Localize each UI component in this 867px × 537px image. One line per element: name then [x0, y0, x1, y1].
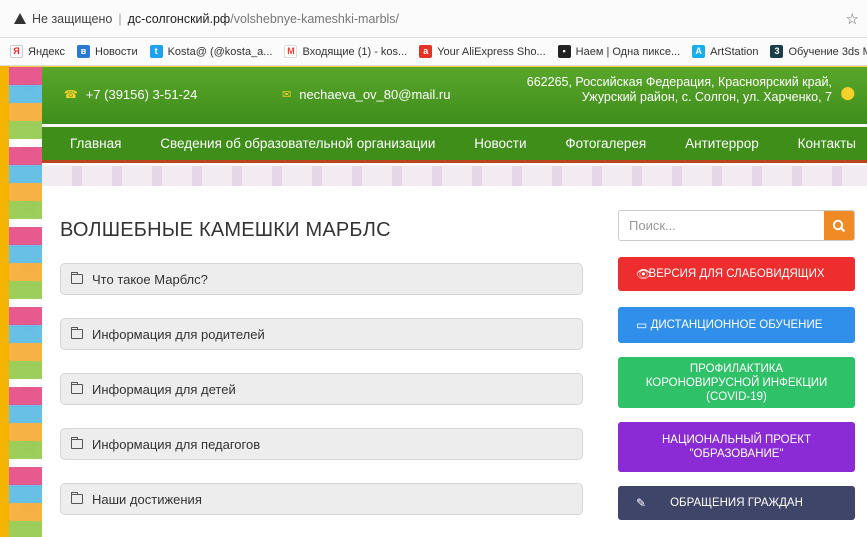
nav-item-home[interactable]: Главная: [70, 136, 121, 151]
email-contact[interactable]: ✉ nechaeva_ov_80@mail.ru: [282, 87, 450, 102]
bookmark-aliexpress[interactable]: a Your AliExpress Sho...: [419, 45, 546, 58]
main-content: ВОЛШЕБНЫЕ КАМЕШКИ МАРБЛС Что такое Марбл…: [42, 186, 597, 537]
accordion-item[interactable]: Что такое Марблс?: [60, 263, 583, 295]
phone-contact[interactable]: ☎ +7 (39156) 3-51-24: [64, 87, 197, 102]
accordion-item[interactable]: Наши достижения: [60, 483, 583, 515]
search-button[interactable]: [824, 211, 854, 240]
distance-learning-button[interactable]: ▭ ДИСТАНЦИОННОЕ ОБУЧЕНИЕ: [618, 307, 855, 343]
folder-icon: [71, 492, 83, 504]
bookmark-artstation[interactable]: A ArtStation: [692, 45, 758, 58]
address-text: 662265, Российская Федерация, Красноярск…: [526, 75, 832, 104]
nav-item-about[interactable]: Сведения об образовательной организации: [160, 136, 435, 151]
eye-icon: 👁: [636, 267, 652, 281]
warning-icon: [14, 13, 26, 24]
search-input[interactable]: Поиск...: [619, 218, 824, 233]
low-vision-button[interactable]: 👁 ВЕРСИЯ ДЛЯ СЛАБОВИДЯЩИХ: [618, 257, 855, 291]
accordion-item[interactable]: Информация для педагогов: [60, 428, 583, 460]
bookmark-star-icon[interactable]: ☆: [846, 10, 859, 28]
phone-icon: ☎: [64, 89, 78, 101]
folder-icon: [71, 437, 83, 449]
page-title: ВОЛШЕБНЫЕ КАМЕШКИ МАРБЛС: [60, 219, 391, 241]
laptop-icon: ▭: [636, 318, 648, 332]
pencil-icon: ✎: [636, 496, 647, 510]
sidebar: Поиск... 👁 ВЕРСИЯ ДЛЯ СЛАБОВИДЯЩИХ ▭ ДИСТА…: [597, 186, 867, 537]
bookmark-yandex[interactable]: Я Яндекс: [10, 45, 65, 58]
bookmark-3dsmax[interactable]: 3Обучение 3ds Max: [770, 45, 867, 58]
search-box: Поиск...: [618, 210, 855, 241]
bookmarks-bar: Я Яндекс в Новости t Kosta@ (@kosta_a... MВ…: [0, 38, 867, 66]
mail-icon: ✉: [282, 89, 292, 101]
site-header: ☎ +7 (39156) 3-51-24 ✉ nechaeva_ov_80@mail…: [42, 67, 867, 124]
address-bar[interactable]: Не защищено | дс-солгонский.рф/volshebny…: [0, 0, 867, 38]
accordion-item[interactable]: Информация для детей: [60, 373, 583, 405]
nav-item-news[interactable]: Новости: [474, 136, 526, 151]
nav-item-antiterror[interactable]: Антитеррор: [685, 136, 759, 151]
main-nav: Главная Сведения об образовательной орга…: [42, 127, 867, 163]
folder-icon: [71, 382, 83, 394]
map-pin-icon: ⬤: [840, 85, 855, 100]
nav-item-gallery[interactable]: Фотогалерея: [565, 136, 646, 151]
security-label[interactable]: Не защищено: [32, 12, 112, 26]
citizen-appeals-button[interactable]: ✎ ОБРАЩЕНИЯ ГРАЖДАН: [618, 486, 855, 520]
decorative-strip: [42, 166, 867, 186]
nav-item-contacts[interactable]: Контакты: [798, 136, 856, 151]
bookmark-gmail[interactable]: M Входящие (1) - kos...: [284, 45, 407, 58]
bookmark-news[interactable]: в Новости: [77, 45, 138, 58]
covid-button[interactable]: ПРОФИЛАКТИКА КОРОНОВИРУСНОЙ ИНФЕКЦИИ (CO…: [618, 357, 855, 408]
national-project-button[interactable]: НАЦИОНАЛЬНЫЙ ПРОЕКТ "ОБРАЗОВАНИЕ": [618, 422, 855, 472]
decorative-border: [9, 67, 42, 537]
web-page: ☎ +7 (39156) 3-51-24 ✉ nechaeva_ov_80@mail…: [9, 67, 867, 537]
bookmark-twitter[interactable]: t Kosta@ (@kosta_a...: [149, 45, 272, 58]
bookmark-hire[interactable]: ▪ Наем | Одна пиксе...: [557, 45, 680, 58]
url-text[interactable]: дс-солгонский.рф/volshebnye-kameshki-mar…: [128, 12, 399, 26]
search-icon: [832, 219, 846, 232]
folder-icon: [71, 327, 83, 339]
folder-icon: [71, 272, 83, 284]
accordion-item[interactable]: Информация для родителей: [60, 318, 583, 350]
